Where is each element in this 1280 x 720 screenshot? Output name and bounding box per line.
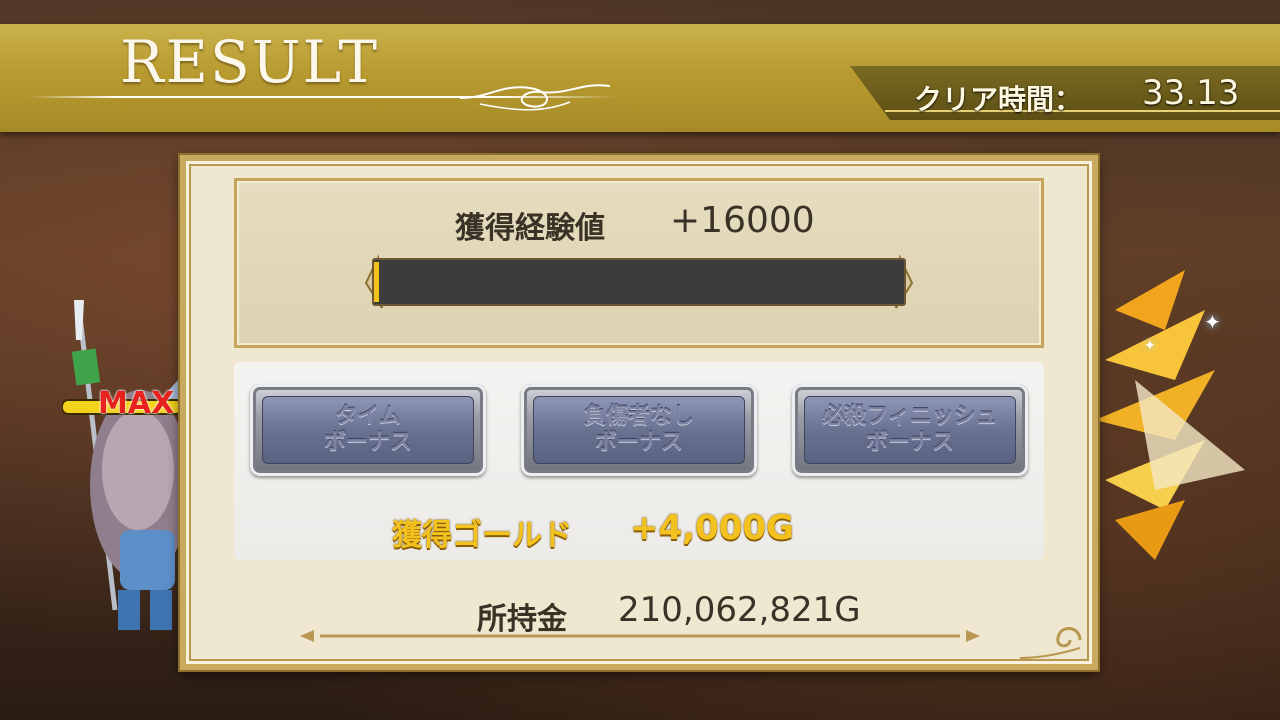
clear-time-value: 33.13 (1142, 73, 1240, 113)
exp-value: +16000 (670, 200, 815, 241)
bonus-badge-text: 必殺フィニッシュ ボーナス (792, 404, 1028, 456)
max-badge: MAX (98, 386, 175, 421)
sparkle-icon: ✦ (1144, 338, 1156, 354)
gold-earned-value: +4,000G (630, 508, 794, 548)
exp-progress-bar (372, 258, 906, 306)
bonus-line2: ボーナス (865, 430, 954, 455)
clear-time-label: クリア時間： (914, 83, 1083, 116)
time-bonus-badge: タイム ボーナス (250, 384, 486, 476)
bonus-badge-text: タイム ボーナス (250, 404, 486, 456)
party-character-sprite (71, 300, 190, 630)
bonus-badge-text: 負傷者なし ボーナス (521, 404, 757, 456)
bonus-line1: 必殺フィニッシュ (822, 404, 998, 429)
bonus-line1: タイム (335, 404, 401, 429)
sparkle-icon: ✦ (1204, 310, 1221, 334)
corner-flourish (1020, 627, 1082, 659)
flourish-ornament (460, 84, 611, 111)
bottom-divider-ornament (300, 630, 980, 642)
money-held-value: 210,062,821G (618, 590, 861, 630)
bonus-line2: ボーナス (594, 430, 683, 455)
exp-progress-fill (374, 262, 379, 302)
boss-wing-sprite (1095, 270, 1245, 560)
gold-earned-label: 獲得ゴールド (392, 518, 572, 553)
exp-label: 獲得経験値 (455, 211, 605, 246)
finisher-bonus-badge: 必殺フィニッシュ ボーナス (792, 384, 1028, 476)
page-title: RESULT (120, 28, 380, 96)
bonus-line2: ボーナス (323, 430, 412, 455)
no-injury-bonus-badge: 負傷者なし ボーナス (521, 384, 757, 476)
bonus-line1: 負傷者なし (583, 404, 694, 429)
